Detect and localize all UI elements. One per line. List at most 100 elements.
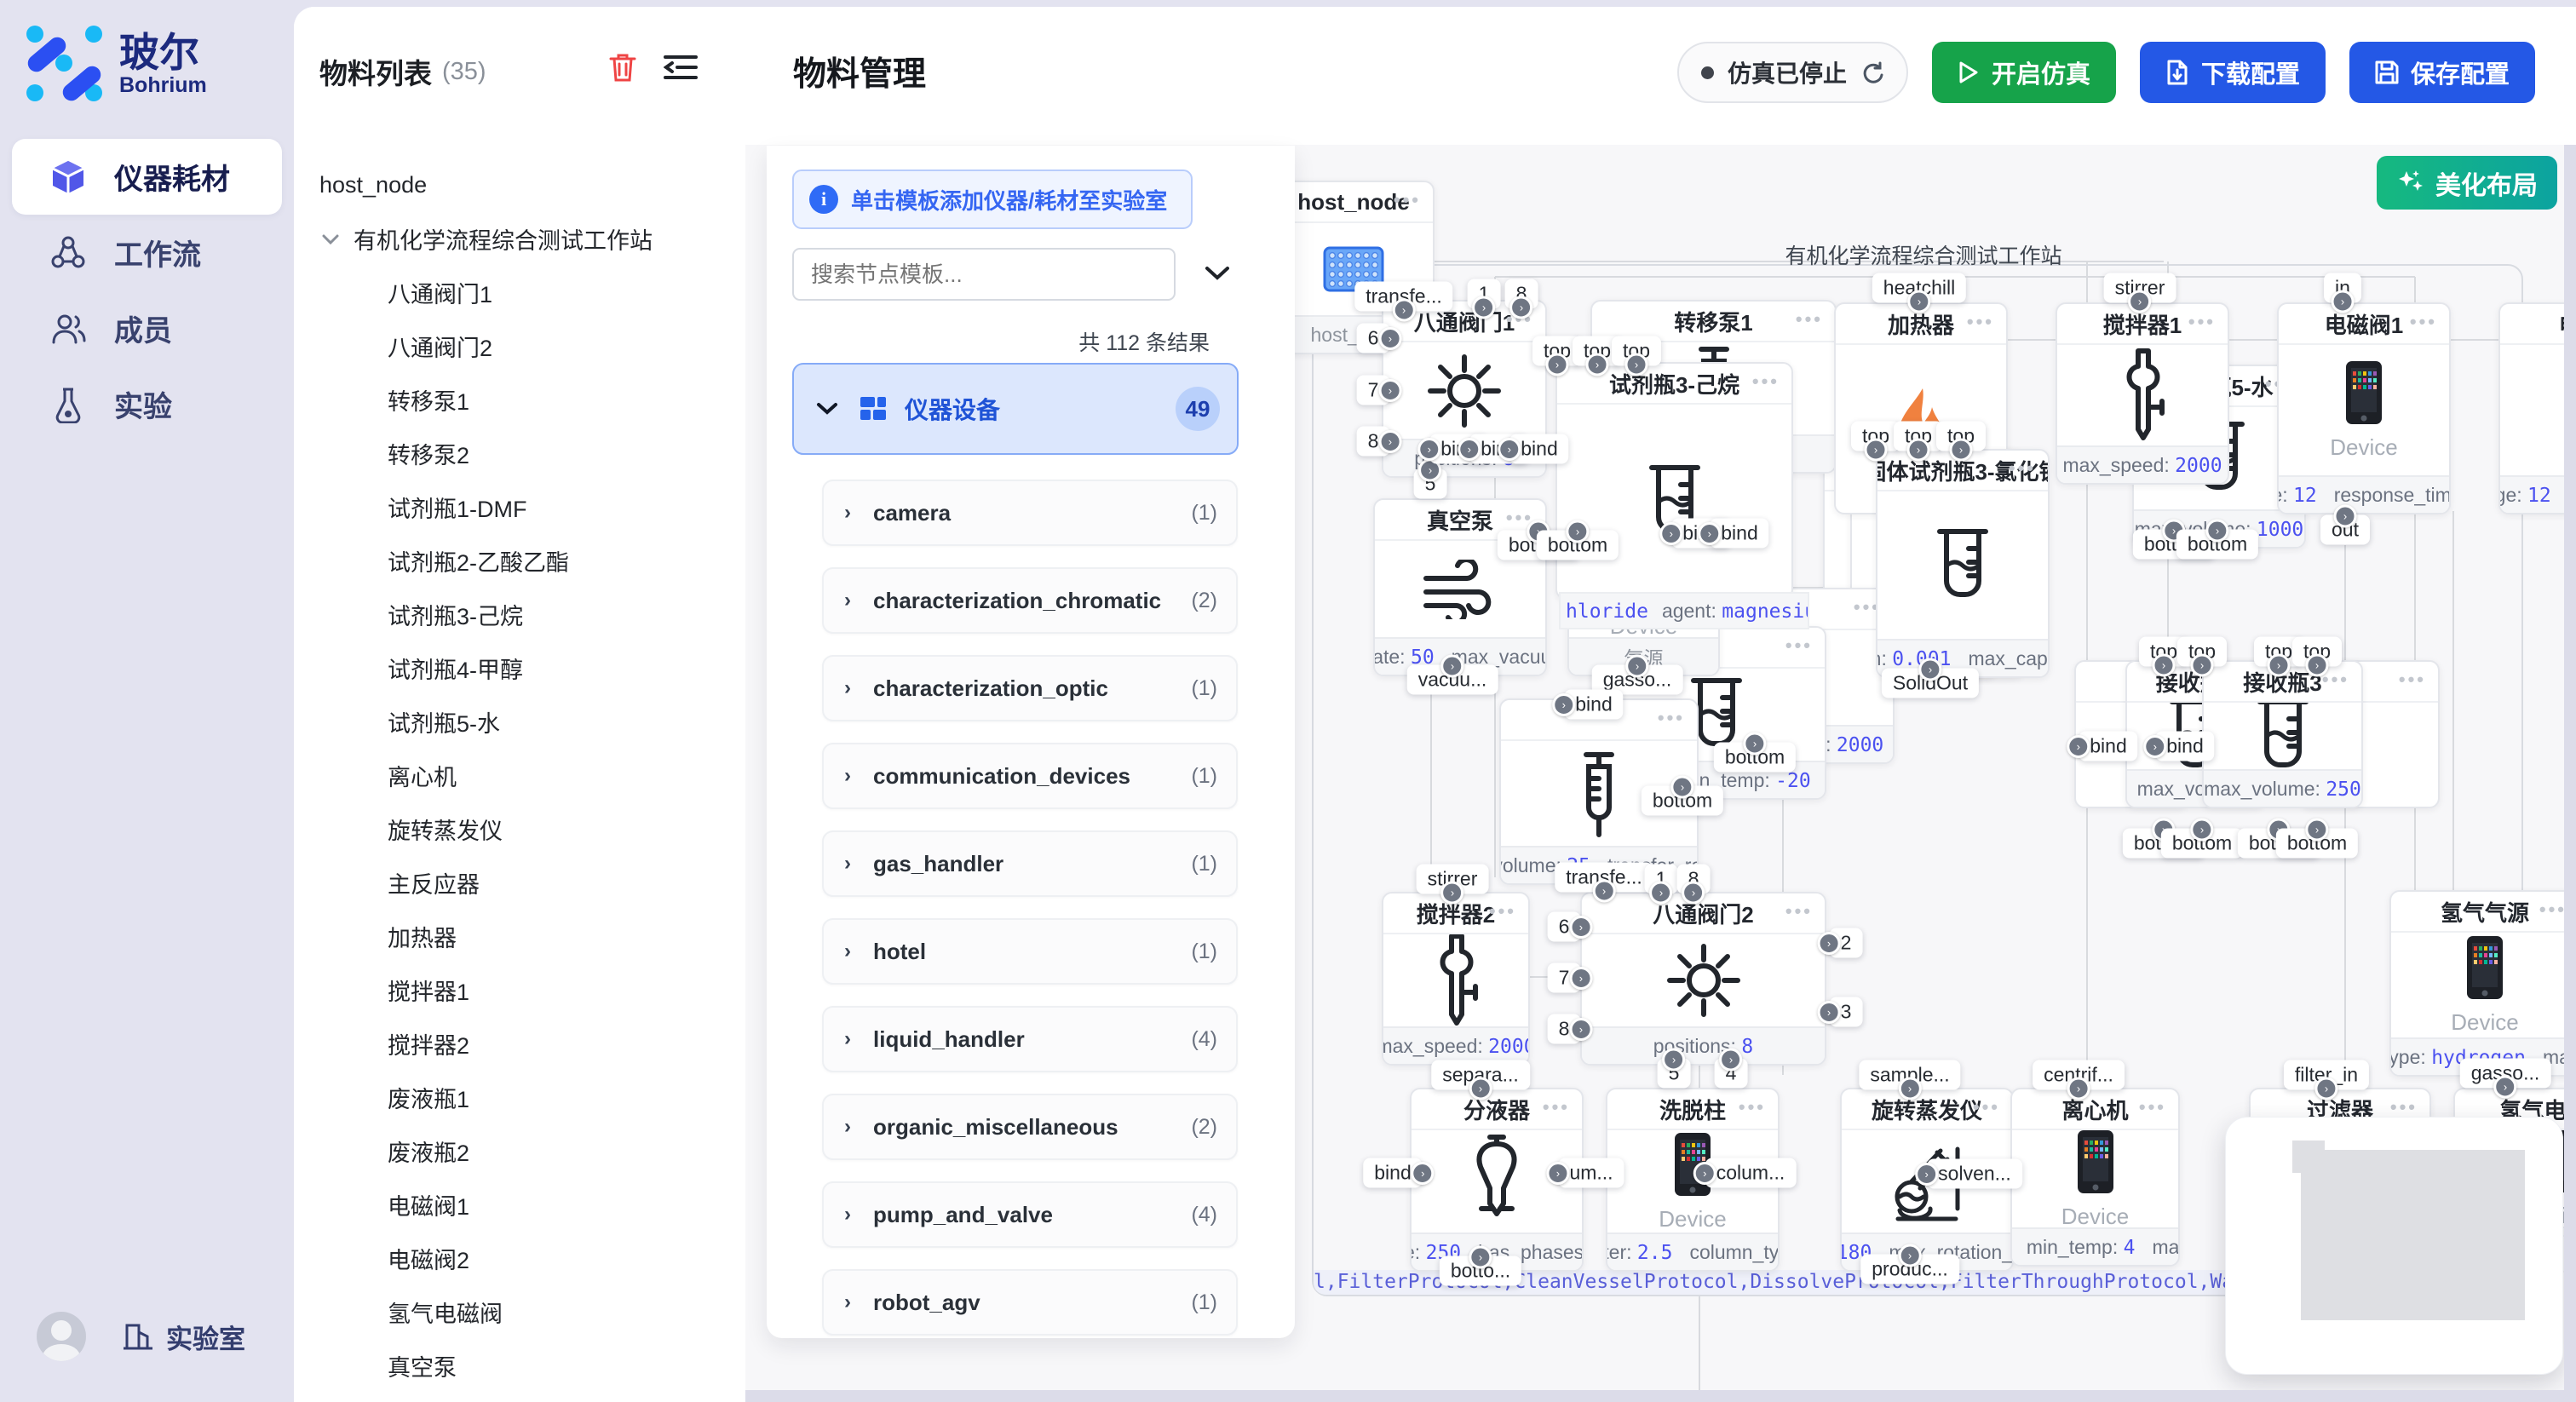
port-chip-7[interactable]: 7› bbox=[1357, 376, 1390, 405]
port-dot-icon[interactable]: › bbox=[1662, 1049, 1685, 1072]
app-logo[interactable]: 玻尔 Bohrium bbox=[23, 22, 207, 105]
tree-item[interactable]: 有机化学流程综合测试工作站 bbox=[294, 212, 744, 266]
node-menu-icon[interactable]: ••• bbox=[2188, 311, 2216, 333]
port-chip-heatchill[interactable]: heatchill› bbox=[1872, 273, 1966, 303]
port-dot-icon[interactable]: › bbox=[1498, 438, 1521, 461]
category-row-gas_handler[interactable]: › gas_handler (1) bbox=[822, 830, 1238, 897]
port-chip-bind[interactable]: bind› bbox=[2079, 732, 2137, 761]
port-chip-bottom[interactable]: bottom› bbox=[1537, 531, 1619, 560]
tree-item[interactable]: 电磁阀1 bbox=[294, 1178, 744, 1232]
tree-item[interactable]: 加热器 bbox=[294, 910, 744, 963]
port-chip-transfe...[interactable]: transfe...› bbox=[1354, 282, 1452, 312]
node-menu-icon[interactable]: ••• bbox=[1543, 1096, 1570, 1118]
simulation-status-pill[interactable]: 仿真已停止 bbox=[1677, 42, 1908, 103]
port-dot-icon[interactable]: › bbox=[1659, 522, 1682, 545]
canvas-vertical-scrollbar[interactable] bbox=[2564, 145, 2576, 1402]
port-chip-4[interactable]: 4› bbox=[1715, 1059, 1748, 1089]
port-chip-stirrer[interactable]: stirrer› bbox=[2104, 273, 2176, 303]
save-config-button[interactable]: 保存配置 bbox=[2349, 42, 2535, 103]
port-chip-centrif...[interactable]: centrif...› bbox=[2033, 1060, 2125, 1090]
tree-item[interactable]: 转移泵2 bbox=[294, 427, 744, 480]
port-dot-icon[interactable]: › bbox=[2305, 654, 2328, 677]
port-dot-icon[interactable]: › bbox=[1546, 1162, 1569, 1185]
node-menu-icon[interactable]: ••• bbox=[1973, 1096, 2000, 1118]
minimap[interactable] bbox=[2225, 1117, 2563, 1375]
node-menu-icon[interactable]: ••• bbox=[1785, 635, 1813, 657]
port-dot-icon[interactable]: › bbox=[1378, 327, 1401, 350]
category-row-communication_devices[interactable]: › communication_devices (1) bbox=[822, 743, 1238, 809]
port-dot-icon[interactable]: › bbox=[1392, 299, 1415, 322]
port-dot-icon[interactable]: › bbox=[1649, 882, 1672, 905]
node-menu-icon[interactable]: ••• bbox=[1796, 308, 1823, 330]
category-row-liquid_handler[interactable]: › liquid_handler (4) bbox=[822, 1006, 1238, 1072]
port-dot-icon[interactable]: › bbox=[1378, 379, 1401, 402]
port-dot-icon[interactable]: › bbox=[1545, 353, 1568, 376]
port-dot-icon[interactable]: › bbox=[1472, 296, 1495, 319]
port-chip-8[interactable]: 8› bbox=[1677, 865, 1711, 894]
category-instruments[interactable]: 仪器设备 49 bbox=[792, 363, 1239, 455]
port-chip-produc...[interactable]: produc...› bbox=[1860, 1255, 1959, 1284]
tree-item[interactable]: 试剂瓶2-乙酸乙酯 bbox=[294, 534, 744, 588]
port-chip-top[interactable]: top› bbox=[2177, 637, 2227, 667]
port-dot-icon[interactable]: › bbox=[2205, 520, 2228, 543]
port-dot-icon[interactable]: › bbox=[1682, 882, 1705, 905]
tree-item[interactable]: 离心机 bbox=[294, 749, 744, 802]
port-chip-solven...[interactable]: solven...› bbox=[1927, 1159, 2022, 1189]
port-dot-icon[interactable]: › bbox=[2315, 1077, 2338, 1100]
category-row-hotel[interactable]: › hotel (1) bbox=[822, 918, 1238, 985]
node-menu-icon[interactable]: ••• bbox=[1785, 900, 1813, 922]
port-dot-icon[interactable]: › bbox=[1566, 520, 1589, 543]
port-dot-icon[interactable]: › bbox=[1412, 1162, 1435, 1185]
canvas-node-试剂瓶3-己烷[interactable]: 试剂瓶3-己烷••• bbox=[1555, 362, 1793, 600]
port-chip-filter_in[interactable]: filter_in› bbox=[2284, 1060, 2369, 1090]
port-dot-icon[interactable]: › bbox=[1440, 655, 1463, 678]
node-menu-icon[interactable]: ••• bbox=[2139, 1096, 2166, 1118]
port-chip-um...[interactable]: um...› bbox=[1558, 1158, 1624, 1188]
canvas-node-真空泵[interactable]: 真空泵•••pump_rate: 50max_vacuum: 0.1 bbox=[1373, 498, 1547, 676]
port-chip-top[interactable]: top› bbox=[1936, 422, 1986, 451]
tree-item[interactable]: 转移泵1 bbox=[294, 373, 744, 427]
tree-item[interactable]: 氢气电磁阀 bbox=[294, 1285, 744, 1339]
port-dot-icon[interactable]: › bbox=[1625, 655, 1648, 678]
node-menu-icon[interactable]: ••• bbox=[2539, 899, 2567, 921]
port-dot-icon[interactable]: › bbox=[2493, 1076, 2516, 1099]
port-chip-top[interactable]: top› bbox=[2292, 637, 2342, 667]
port-chip-sample...[interactable]: sample...› bbox=[1859, 1060, 1960, 1090]
tree-item[interactable]: 试剂瓶3-己烷 bbox=[294, 588, 744, 641]
tree-item[interactable]: 八通阀门2 bbox=[294, 319, 744, 373]
port-dot-icon[interactable]: › bbox=[1818, 932, 1841, 955]
port-dot-icon[interactable]: › bbox=[1509, 296, 1532, 319]
tree-item[interactable]: 试剂瓶4-甲醇 bbox=[294, 641, 744, 695]
category-row-characterization_optic[interactable]: › characterization_optic (1) bbox=[822, 655, 1238, 721]
tree-item[interactable]: 废液瓶1 bbox=[294, 1071, 744, 1124]
port-dot-icon[interactable]: › bbox=[2333, 505, 2356, 528]
tree-item[interactable]: 搅拌器1 bbox=[294, 963, 744, 1017]
category-row-organic_miscellaneous[interactable]: › organic_miscellaneous (2) bbox=[822, 1094, 1238, 1160]
port-chip-botto...[interactable]: botto...› bbox=[1440, 1256, 1521, 1286]
canvas-node-搅拌器2[interactable]: 搅拌器2•••max_speed: 2000 bbox=[1382, 892, 1530, 1066]
port-dot-icon[interactable]: › bbox=[1949, 439, 1972, 462]
port-dot-icon[interactable]: › bbox=[2152, 654, 2175, 677]
canvas-node-搅拌器1[interactable]: 搅拌器1•••max_speed: 2000 bbox=[2056, 302, 2229, 485]
node-menu-icon[interactable]: ••• bbox=[1967, 311, 1994, 333]
tree-item[interactable]: host_node bbox=[294, 158, 744, 212]
tree-item[interactable]: 真空泵 bbox=[294, 1339, 744, 1393]
port-dot-icon[interactable]: › bbox=[1898, 1077, 1921, 1100]
tree-item[interactable]: 电磁阀2 bbox=[294, 1232, 744, 1285]
category-row-camera[interactable]: › camera (1) bbox=[822, 480, 1238, 546]
sidebar-item-成员[interactable]: 成员 bbox=[0, 290, 294, 366]
port-chip-5[interactable]: 5› bbox=[1414, 469, 1447, 499]
port-chip-bind[interactable]: bind› bbox=[1363, 1158, 1422, 1188]
category-row-robot_agv[interactable]: › robot_agv (1) bbox=[822, 1269, 1238, 1336]
port-chip-bind[interactable]: bind› bbox=[1564, 690, 1623, 720]
port-dot-icon[interactable]: › bbox=[1569, 1018, 1592, 1041]
port-dot-icon[interactable]: › bbox=[1906, 439, 1929, 462]
node-menu-icon[interactable]: ••• bbox=[2399, 669, 2426, 691]
port-dot-icon[interactable]: › bbox=[1624, 353, 1647, 376]
port-dot-icon[interactable]: › bbox=[1719, 1049, 1742, 1072]
port-chip-bottom[interactable]: bottom› bbox=[1714, 743, 1796, 773]
port-chip-1[interactable]: 1› bbox=[1468, 279, 1501, 309]
port-chip-in[interactable]: in› bbox=[2324, 273, 2361, 303]
port-dot-icon[interactable]: › bbox=[1899, 1244, 1922, 1267]
canvas-node-电磁阀1[interactable]: 电磁阀1•••Devicevoltage: 12response_time: 0… bbox=[2277, 302, 2451, 514]
